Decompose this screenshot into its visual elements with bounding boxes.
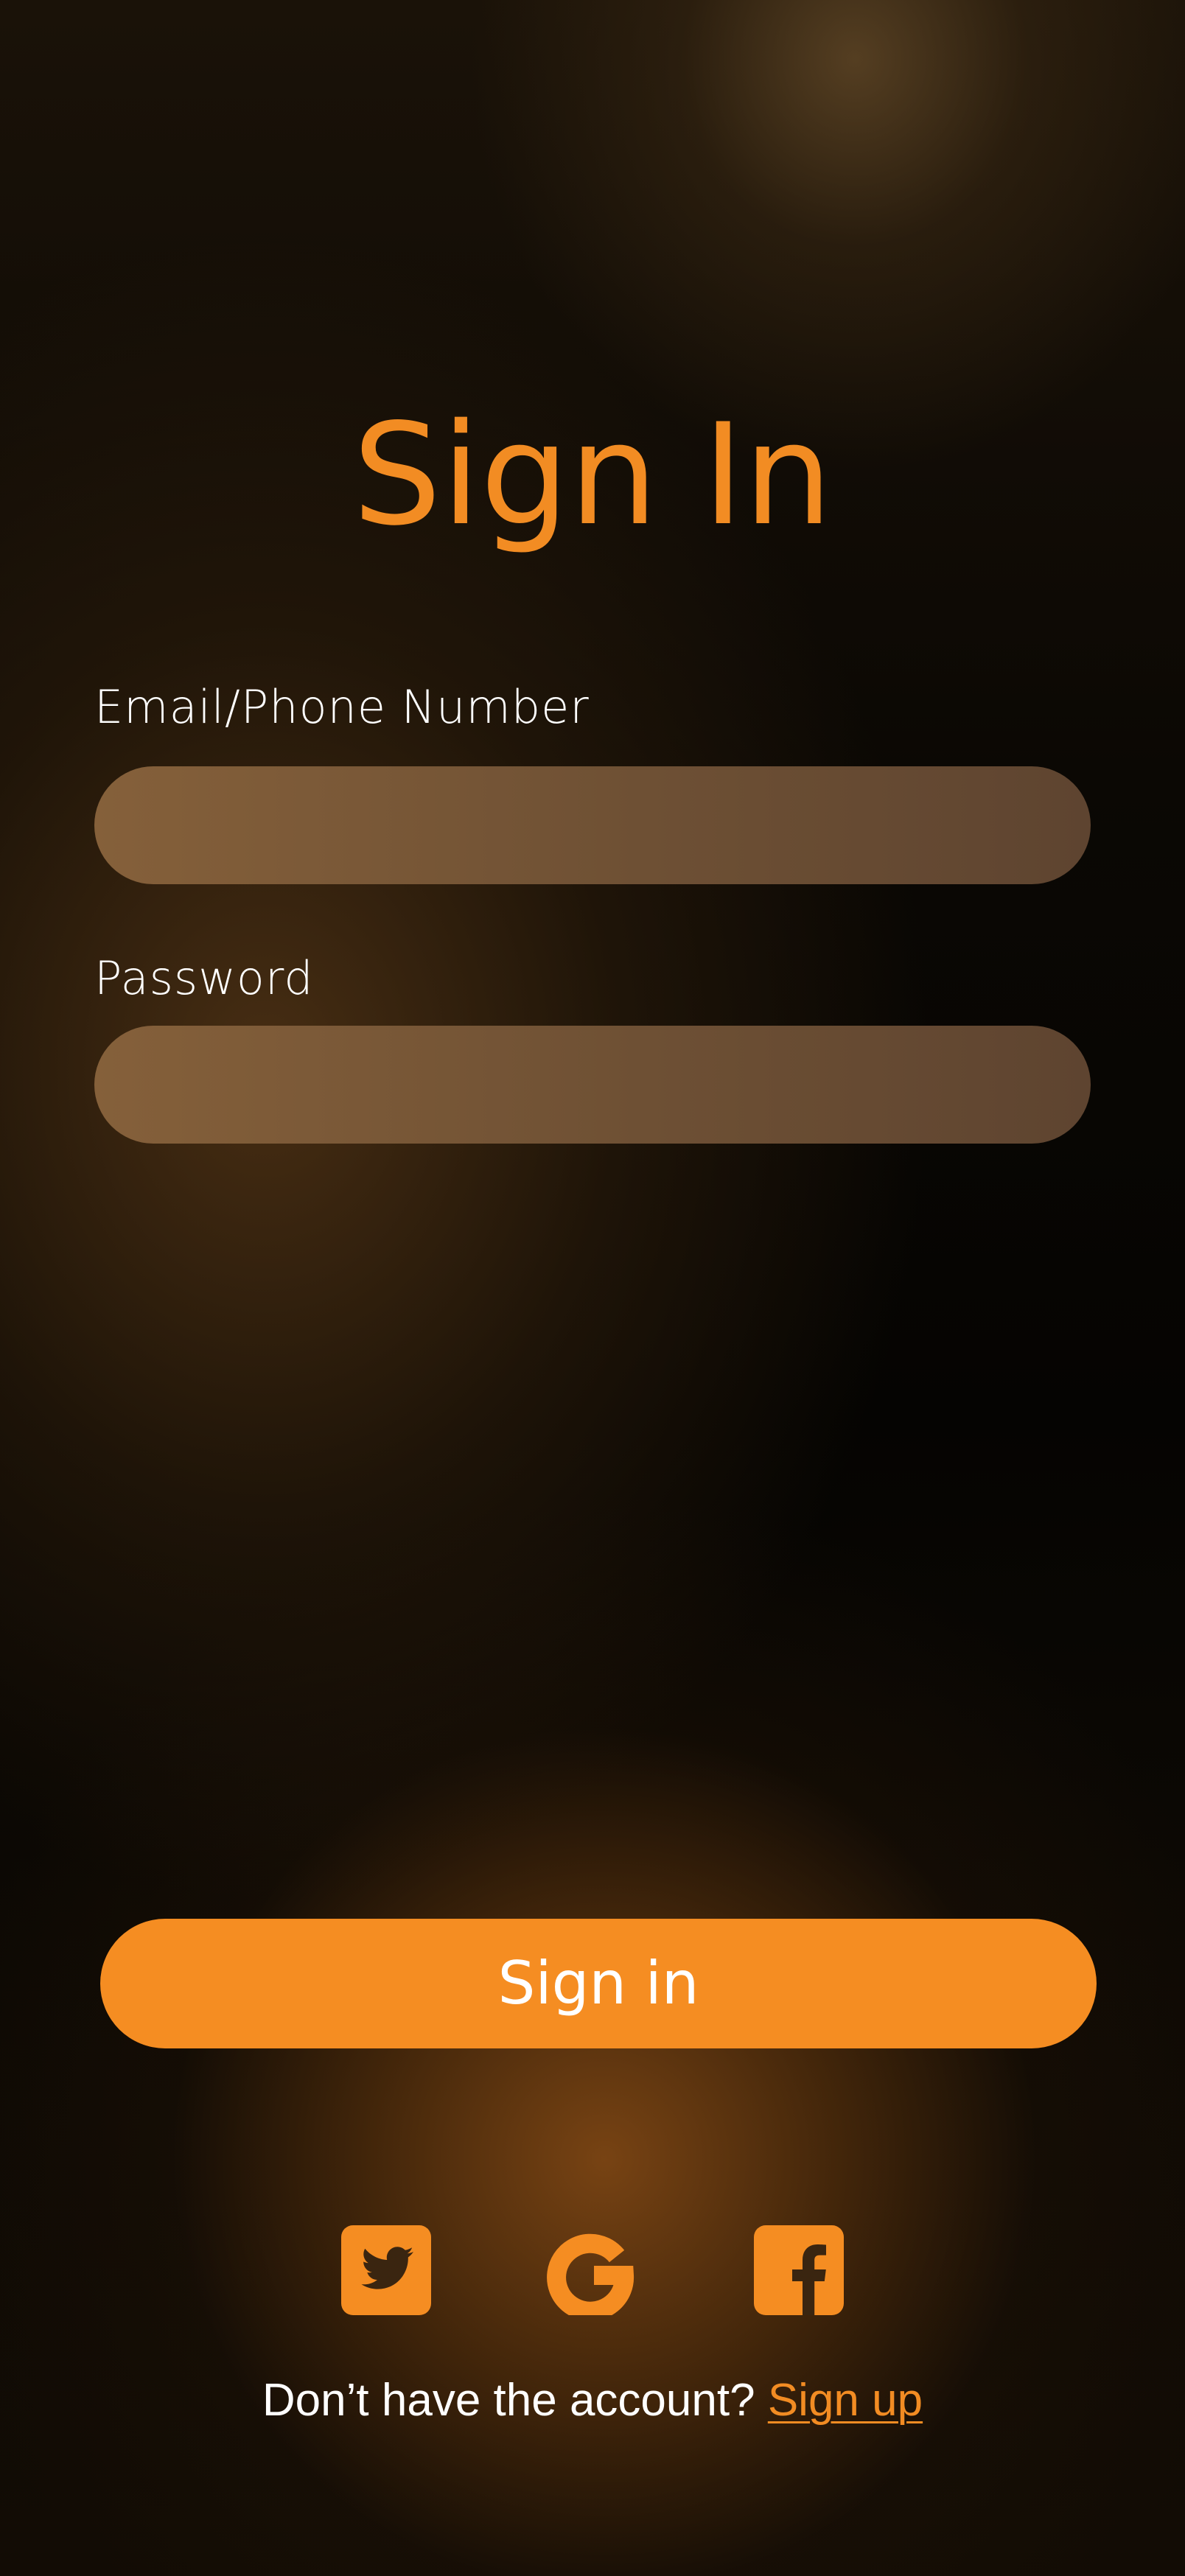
facebook-icon[interactable] xyxy=(754,2225,844,2315)
password-field[interactable] xyxy=(94,1026,1091,1144)
signup-prompt-text: Don’t have the account? xyxy=(262,2375,755,2426)
password-label: Password xyxy=(94,951,314,1005)
sign-in-screen: Sign In Email/Phone Number Password Sign… xyxy=(0,0,1185,2576)
email-field[interactable] xyxy=(94,766,1091,884)
twitter-icon[interactable] xyxy=(341,2225,431,2315)
signup-prompt: Don’t have the account? Sign up xyxy=(0,2370,1185,2432)
sign-up-link[interactable]: Sign up xyxy=(768,2375,923,2426)
page-title: Sign In xyxy=(352,393,833,556)
google-icon[interactable] xyxy=(547,2225,637,2315)
social-login-row xyxy=(0,2225,1185,2315)
email-label: Email/Phone Number xyxy=(94,680,590,734)
sign-in-button[interactable]: Sign in xyxy=(100,1919,1097,2048)
